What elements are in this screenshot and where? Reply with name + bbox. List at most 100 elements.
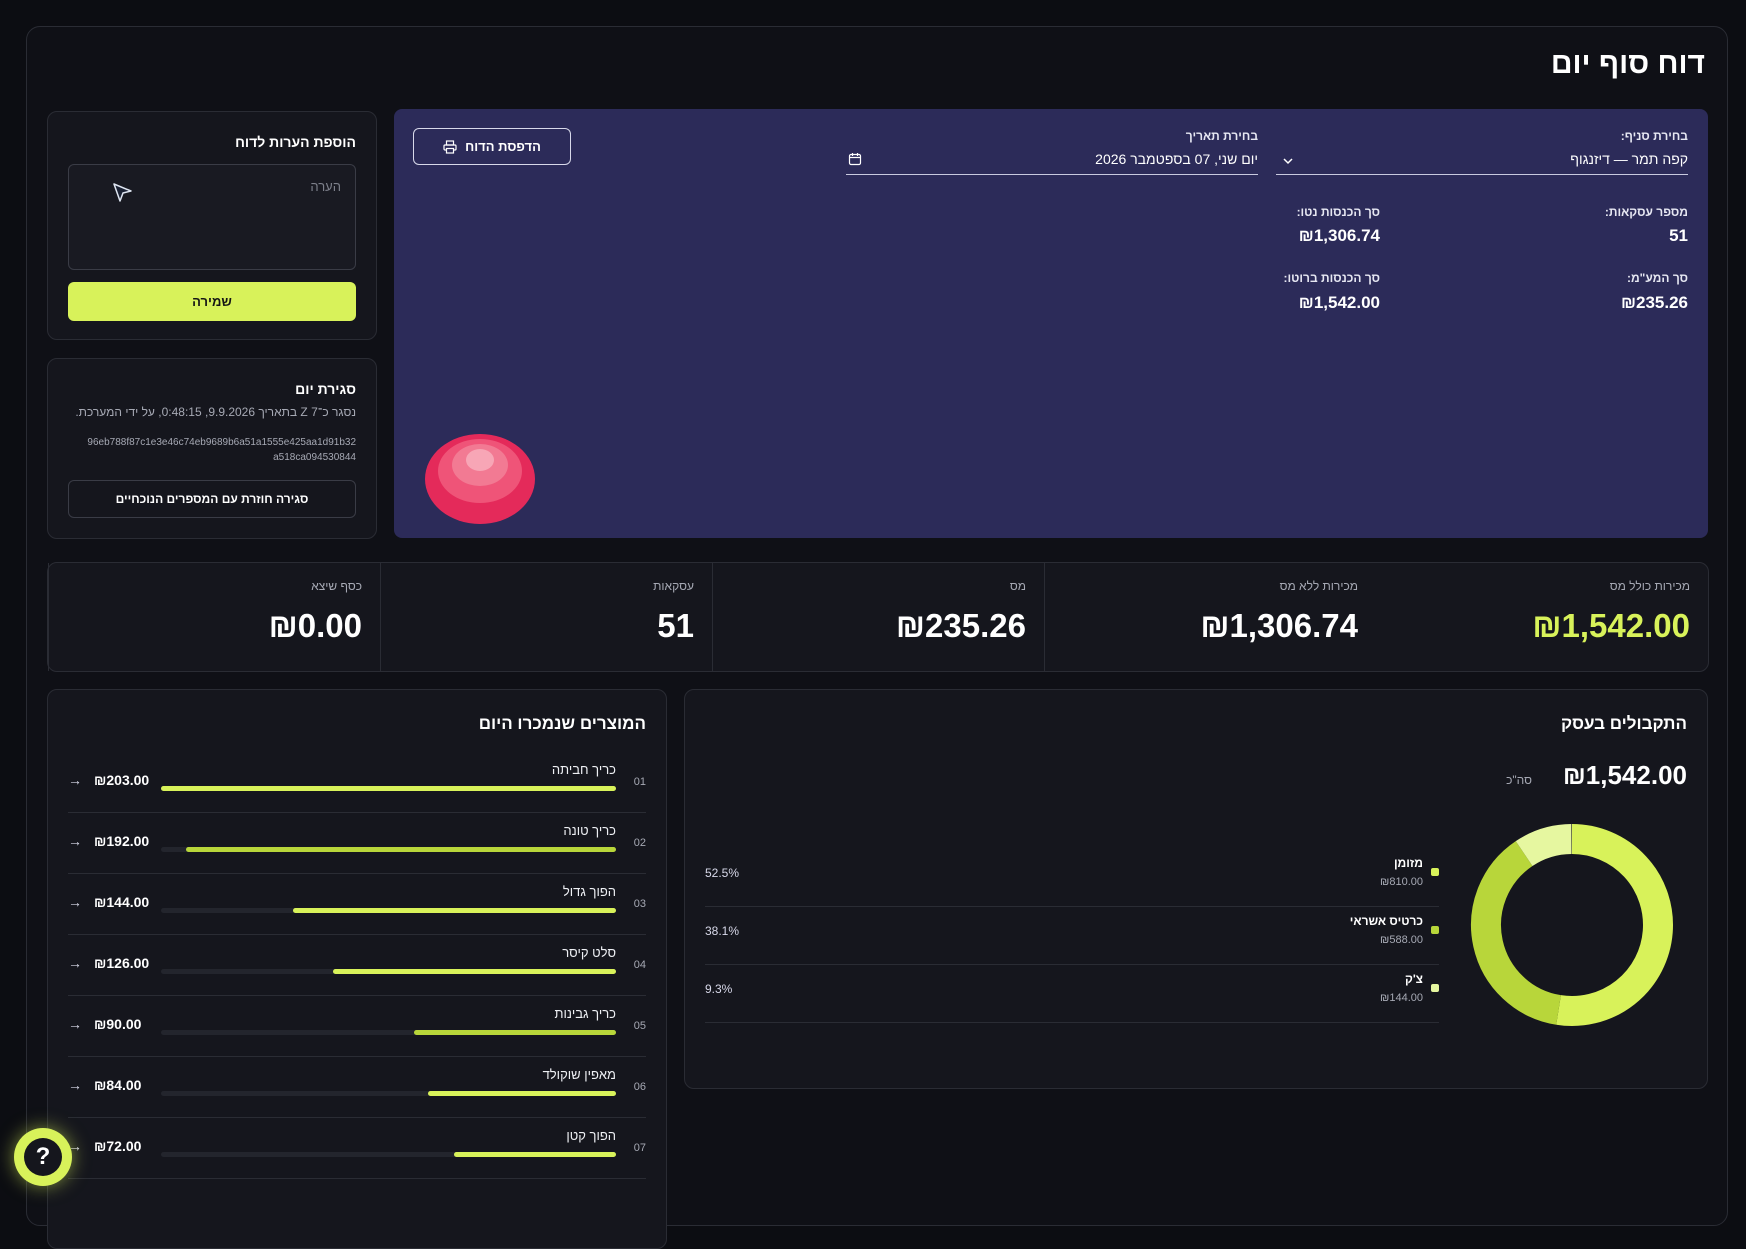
notes-textarea[interactable]: הערה [68,164,356,270]
product-bar [333,969,616,974]
product-bar [414,1030,616,1035]
arrow-right-icon: → [68,1016,82,1032]
donut-slice [1471,841,1562,1025]
donut-slice [1556,824,1673,1026]
legend-swatch [1431,926,1439,934]
stat-label: מכירות כולל מס [1609,579,1690,593]
product-bar-track [161,786,616,791]
save-button[interactable]: שמירה [68,282,356,321]
stat-label: מכירות ללא מס [1279,579,1358,593]
product-rank: 02 [633,837,646,849]
cursor-icon [113,183,132,202]
chevron-down-icon [1283,158,1293,165]
stat-sales-incl-tax: מכירות כולל מס ₪1,542.00 [1376,563,1708,671]
payments-title: התקבולים בעסק [1561,714,1687,733]
arrow-right-icon: → [68,833,82,849]
stat-tax: מס ₪235.26 [712,563,1044,671]
product-bar [454,1152,616,1157]
net-label: סך הכנסות נטו: [1296,205,1380,219]
branch-label: בחירת סניף: [1620,129,1688,143]
help-button[interactable]: ? [14,1128,72,1186]
payments-total-label: סה"כ [1506,773,1532,787]
arrow-right-icon: → [68,1077,82,1093]
report-panel: בחירת סניף: קפה תמר — דיזנגוף בחירת תארי… [394,109,1708,538]
arrow-right-icon: → [68,894,82,910]
product-rank: 06 [633,1081,646,1093]
product-name: סלט קיסר [562,945,616,960]
stat-label: עסקאות [653,579,694,593]
date-picker[interactable]: יום שני, 07 בספטמבר 2026 [846,149,1258,175]
stat-value: 51 [657,607,694,644]
stat-cash-out: כסף שיצא ₪0.00 [48,563,380,671]
legend-swatch [1431,868,1439,876]
arrow-right-icon: → [68,772,82,788]
stat-transactions: עסקאות 51 [380,563,712,671]
notes-placeholder: הערה [310,179,341,194]
legend-name: מזומן [1393,856,1423,870]
stat-value: ₪0.00 [268,607,362,644]
vat-label: סך המע"מ: [1626,271,1688,285]
legend-percent: 9.3% [705,982,733,996]
gross-value: ₪1,542.00 [1298,293,1380,312]
net-value: ₪1,306.74 [1298,226,1380,245]
notes-card: הוספת הערות לדוח הערה שמירה [47,111,377,340]
product-name: כריך חביתה [551,762,616,777]
gross-label: סך הכנסות ברוטו: [1283,271,1380,285]
close-day-title: סגירת יום [295,381,356,397]
close-day-hash-2: a518ca094530844 [273,452,356,463]
page-title: דוח סוף יום [1550,47,1705,80]
close-day-card: סגירת יום נסגר כ־Z 7 בתאריך 9.9.2026, 0:… [47,358,377,539]
product-amount: ₪84.00 [94,1077,142,1093]
notes-title: הוספת הערות לדוח [235,134,356,150]
legend-amount: ₪588.00 [1380,934,1423,946]
product-row[interactable]: 04 סלט קיסר ₪126.00 → [68,935,646,996]
product-amount: ₪90.00 [94,1016,142,1032]
record-button-icon[interactable] [424,433,536,525]
product-row[interactable]: 05 כריך גבינות ₪90.00 → [68,996,646,1057]
product-bar-track [161,1152,616,1157]
product-bar-track [161,847,616,852]
product-name: כריך טונה [563,823,616,838]
arrow-right-icon: → [68,955,82,971]
stat-sales-excl-tax: מכירות ללא מס ₪1,306.74 [1044,563,1376,671]
transactions-label: מספר עסקאות: [1604,205,1688,219]
date-value: יום שני, 07 בספטמבר 2026 [1095,151,1258,167]
product-amount: ₪144.00 [94,894,150,910]
print-label: הדפסת הדוח [465,139,541,154]
help-icon: ? [24,1138,62,1176]
stats-strip: מכירות כולל מס ₪1,542.00 מכירות ללא מס ₪… [47,562,1709,672]
products-card: המוצרים שנמכרו היום 01 כריך חביתה ₪203.00 →… [47,689,667,1249]
product-name: הפוך קטן [566,1128,616,1143]
product-row[interactable]: 03 הפוך גדול ₪144.00 → [68,874,646,935]
stat-label: מס [1009,579,1026,593]
legend-row: כרטיס אשראי ₪588.00 38.1% [705,906,1439,965]
close-day-status: נסגר כ־Z 7 בתאריך 9.9.2026, 0:48:15, על … [75,405,356,419]
product-rank: 05 [633,1020,646,1032]
printer-icon [443,139,457,154]
payments-card: התקבולים בעסק ₪1,542.00 סה"כ מזומן ₪810.0… [684,689,1708,1089]
product-amount: ₪203.00 [94,772,150,788]
product-bar-track [161,969,616,974]
product-bar-track [161,1030,616,1035]
legend-percent: 38.1% [705,924,740,938]
product-row[interactable]: 06 מאפין שוקולד ₪84.00 → [68,1057,646,1118]
branch-select[interactable]: קפה תמר — דיזנגוף [1276,149,1688,175]
product-row[interactable]: 01 כריך חביתה ₪203.00 → [68,752,646,813]
product-row[interactable]: 02 כריך טונה ₪192.00 → [68,813,646,874]
stat-value: ₪1,542.00 [1532,607,1690,644]
close-day-hash-1: 96eb788f87c1e3e46c74eb9689b6a51a1555e425… [87,437,356,448]
print-report-button[interactable]: הדפסת הדוח [413,128,571,165]
product-rank: 07 [633,1142,646,1154]
product-bar-track [161,908,616,913]
legend-name: צ'ק [1404,972,1423,986]
product-amount: ₪192.00 [94,833,150,849]
reclose-button[interactable]: סגירה חוזרת עם המספרים הנוכחיים [68,480,356,518]
product-row[interactable]: 07 הפוך קטן ₪72.00 → [68,1118,646,1179]
products-title: המוצרים שנמכרו היום [478,714,646,733]
calendar-icon [848,153,862,166]
legend-swatch [1431,984,1439,992]
product-name: הפוך גדול [562,884,616,899]
legend-row: צ'ק ₪144.00 9.3% [705,964,1439,1023]
stat-label: כסף שיצא [311,579,362,593]
vat-value: ₪235.26 [1620,293,1688,312]
